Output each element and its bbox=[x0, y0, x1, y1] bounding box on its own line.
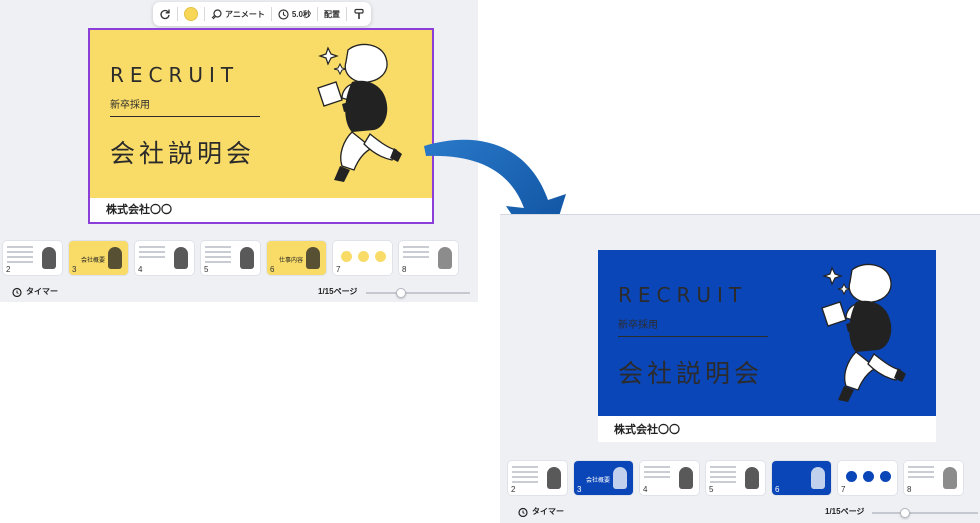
figure-icon bbox=[547, 467, 561, 489]
thumbnail-heading: 会社概要 bbox=[81, 258, 106, 264]
slide-background: RECRUIT 新卒採用 会社説明会 bbox=[90, 30, 432, 198]
page-number: 7 bbox=[841, 485, 846, 494]
page-indicator: 1/15ページ bbox=[825, 507, 865, 516]
page-number: 4 bbox=[643, 485, 648, 494]
timer-button[interactable]: タイマー bbox=[518, 506, 564, 517]
zoom-slider[interactable] bbox=[872, 508, 978, 518]
page-number: 5 bbox=[204, 265, 209, 274]
slide-subtitle: 新卒採用 bbox=[618, 320, 658, 331]
slide-background: RECRUIT 新卒採用 会社説明会 bbox=[598, 250, 936, 416]
animate-button[interactable]: アニメート bbox=[211, 8, 265, 20]
figure-icon bbox=[745, 467, 759, 489]
rotate-icon[interactable] bbox=[159, 8, 171, 20]
phone-icon bbox=[943, 467, 957, 489]
figure-icon bbox=[613, 467, 627, 489]
page-thumbnail[interactable]: 会社概要 3 bbox=[69, 241, 128, 275]
arrange-label: 配置 bbox=[323, 9, 340, 19]
page-indicator: 1/15ページ bbox=[318, 287, 358, 296]
page-thumbnail[interactable]: 5 bbox=[201, 241, 260, 275]
toolbar-divider bbox=[204, 7, 205, 21]
slide-title: RECRUIT bbox=[110, 63, 240, 87]
page-number: 3 bbox=[577, 485, 582, 494]
page-number: 2 bbox=[6, 265, 11, 274]
figure-icon bbox=[679, 467, 693, 489]
page-thumbnail[interactable]: 4 bbox=[640, 461, 699, 495]
thumbnail-strip: 2 会社概要 3 4 5 6 7 8 bbox=[508, 461, 963, 495]
thumbnail-strip: 2 会社概要 3 4 5 仕事内容 6 7 8 bbox=[3, 241, 458, 275]
timer-label: タイマー bbox=[532, 507, 564, 516]
page-thumbnail[interactable]: 2 bbox=[3, 241, 62, 275]
page-number: 5 bbox=[709, 485, 714, 494]
animate-label: アニメート bbox=[225, 9, 265, 19]
element-toolbar: アニメート 5.0秒 配置 bbox=[153, 2, 371, 26]
page-number: 4 bbox=[138, 265, 143, 274]
slide-canvas[interactable]: RECRUIT 新卒採用 会社説明会 株式会社〇〇 bbox=[598, 250, 936, 442]
zoom-slider[interactable] bbox=[366, 288, 470, 298]
slide-company-name: 株式会社〇〇 bbox=[90, 198, 432, 222]
page-thumbnail[interactable]: 7 bbox=[838, 461, 897, 495]
toolbar-divider bbox=[177, 7, 178, 21]
page-thumbnail[interactable]: 5 bbox=[706, 461, 765, 495]
editor-after: RECRUIT 新卒採用 会社説明会 株式会社〇〇 2 会社概要 3 4 5 6… bbox=[500, 214, 980, 523]
person-with-laptop-illustration bbox=[317, 43, 402, 182]
figure-icon bbox=[306, 247, 320, 269]
thumbnail-heading: 仕事内容 bbox=[279, 258, 304, 264]
figure-icon bbox=[811, 467, 825, 489]
page-thumbnail[interactable]: 4 bbox=[135, 241, 194, 275]
divider-line bbox=[618, 336, 768, 337]
duration-label: 5.0秒 bbox=[291, 9, 311, 19]
toolbar-divider bbox=[270, 7, 272, 21]
page-number: 6 bbox=[775, 485, 780, 494]
status-bar: タイマー 1/15ページ bbox=[0, 286, 478, 302]
duration-button[interactable]: 5.0秒 bbox=[278, 8, 311, 20]
slide-company-name: 株式会社〇〇 bbox=[598, 418, 936, 442]
paint-roller-icon[interactable] bbox=[353, 8, 365, 20]
page-number: 2 bbox=[511, 485, 516, 494]
page-thumbnail[interactable]: 8 bbox=[904, 461, 963, 495]
slide-title: RECRUIT bbox=[618, 283, 748, 307]
person-with-laptop-illustration bbox=[821, 263, 906, 402]
thumbnail-heading: 会社概要 bbox=[586, 478, 611, 484]
slide-subtitle: 新卒採用 bbox=[110, 100, 150, 111]
animate-icon bbox=[211, 8, 222, 19]
figure-icon bbox=[240, 247, 254, 269]
timer-button[interactable]: タイマー bbox=[12, 286, 58, 297]
page-thumbnail[interactable]: 7 bbox=[333, 241, 392, 275]
page-thumbnail[interactable]: 仕事内容 6 bbox=[267, 241, 326, 275]
page-thumbnail[interactable]: 6 bbox=[772, 461, 831, 495]
page-thumbnail[interactable]: 2 bbox=[508, 461, 567, 495]
figure-icon bbox=[42, 247, 56, 269]
zoom-slider-knob[interactable] bbox=[900, 508, 910, 518]
editor-before: アニメート 5.0秒 配置 RECRUIT 新卒採用 会社説明会 株式会社〇〇 … bbox=[0, 0, 478, 302]
toolbar-divider bbox=[345, 7, 347, 21]
toolbar-divider bbox=[316, 7, 318, 21]
timer-icon bbox=[518, 507, 528, 517]
zoom-slider-knob[interactable] bbox=[396, 288, 406, 298]
page-number: 3 bbox=[72, 265, 77, 274]
figure-icon bbox=[108, 247, 122, 269]
divider-line bbox=[110, 116, 260, 117]
slide-heading: 会社説明会 bbox=[110, 140, 256, 168]
color-swatch-button[interactable] bbox=[184, 7, 198, 21]
page-thumbnail[interactable]: 会社概要 3 bbox=[574, 461, 633, 495]
page-number: 8 bbox=[907, 485, 912, 494]
slide-canvas[interactable]: RECRUIT 新卒採用 会社説明会 株式会社〇〇 bbox=[88, 28, 434, 224]
figure-icon bbox=[174, 247, 188, 269]
status-bar: タイマー 1/15ページ bbox=[500, 506, 980, 523]
timer-icon bbox=[12, 287, 22, 297]
page-number: 6 bbox=[270, 265, 275, 274]
slide-heading: 会社説明会 bbox=[618, 360, 764, 388]
page-number: 8 bbox=[402, 265, 407, 274]
timer-label: タイマー bbox=[26, 287, 58, 296]
page-number: 7 bbox=[336, 265, 341, 274]
clock-icon bbox=[278, 8, 289, 20]
arrange-button[interactable]: 配置 bbox=[324, 9, 340, 20]
